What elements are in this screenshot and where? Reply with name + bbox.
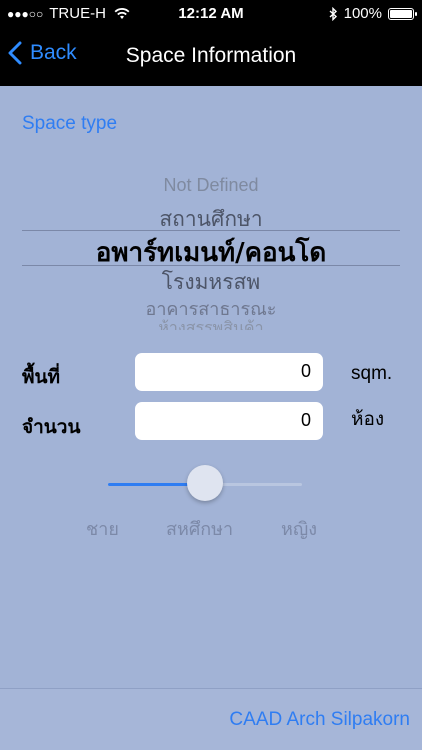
area-label: พื้นที่ xyxy=(22,366,61,388)
gender-option-female: หญิง xyxy=(281,519,317,540)
gender-slider[interactable] xyxy=(108,462,302,506)
room-count-unit: ห้อง xyxy=(351,409,385,430)
picker-selection-bottom-line xyxy=(22,265,400,266)
slider-thumb[interactable] xyxy=(187,465,223,501)
picker-item[interactable]: Not Defined xyxy=(0,175,422,196)
area-input[interactable]: 0 xyxy=(135,353,323,391)
space-type-picker[interactable]: Not Defined สถานศึกษา อพาร์ทเมนท์/คอนโด … xyxy=(0,170,422,330)
battery-icon xyxy=(388,7,417,20)
picker-item[interactable]: ห้างสรรพสินค้า xyxy=(0,316,422,330)
battery-fill xyxy=(390,9,412,18)
room-count-label: จำนวน xyxy=(22,416,81,438)
area-unit: sqm. xyxy=(351,363,393,384)
navigation-bar: Back Space Information xyxy=(0,29,422,86)
page-title: Space Information xyxy=(125,44,297,67)
room-count-input[interactable]: 0 xyxy=(135,402,323,440)
gender-option-male: ชาย xyxy=(86,519,119,540)
footer-credit-link[interactable]: CAAD Arch Silpakorn xyxy=(229,709,410,731)
footer: CAAD Arch Silpakorn xyxy=(0,688,422,750)
status-bar: ●●●○○ TRUE-H 12:12 AM 100% xyxy=(0,0,422,29)
picker-selection-top-line xyxy=(22,230,400,231)
battery-percent: 100% xyxy=(343,5,382,22)
space-type-label: Space type xyxy=(22,113,118,134)
gender-option-coed: สหศึกษา xyxy=(166,519,234,540)
bluetooth-icon xyxy=(329,6,337,21)
status-right: 100% xyxy=(329,5,417,22)
